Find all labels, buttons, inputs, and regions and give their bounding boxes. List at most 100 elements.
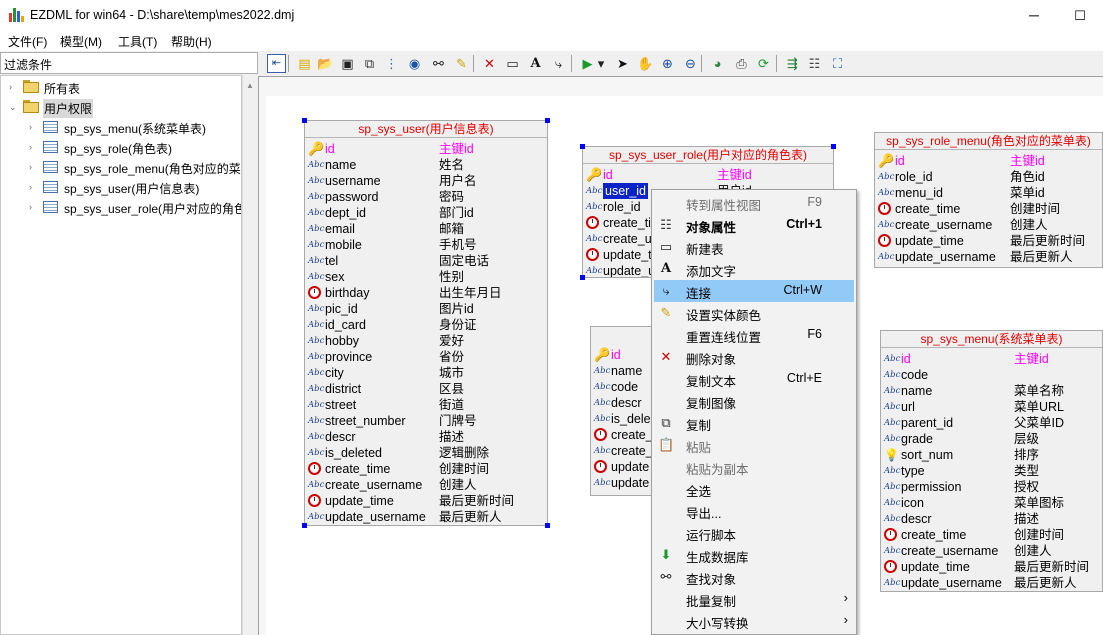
collapsed-icon[interactable]: › <box>9 82 17 92</box>
context-menu-item[interactable]: ☷ 对象属性 Ctrl+1 <box>654 214 854 236</box>
selection-handle[interactable] <box>302 523 307 528</box>
context-menu-item[interactable]: ▭ 新建表 <box>654 236 854 258</box>
context-menu-item[interactable]: ⬇ 生成数据库 <box>654 544 854 566</box>
field-row[interactable]: create_time 创建时间 <box>875 201 1102 217</box>
expanded-icon[interactable]: ⌄ <box>9 102 17 112</box>
open-icon[interactable]: 📂 <box>316 54 335 73</box>
context-menu-item[interactable]: ⧉ 复制 <box>654 412 854 434</box>
field-row[interactable]: update_time 最后更新时间 <box>881 559 1102 575</box>
selection-handle[interactable] <box>580 275 585 280</box>
menu-model[interactable]: 模型(M) <box>60 33 102 50</box>
entity-sp-sys-user[interactable]: sp_sys_user(用户信息表) 🔑 id 主键id Abc name 姓名 Abc use… <box>304 120 548 526</box>
panel-toggle-icon[interactable]: ⇤ <box>267 54 286 73</box>
field-row[interactable]: Abc street 街道 <box>305 397 547 413</box>
field-row[interactable]: Abc is_dele <box>591 411 659 427</box>
field-row[interactable]: Abc city 城市 <box>305 365 547 381</box>
maximize-button[interactable]: ☐ <box>1057 0 1103 31</box>
field-row[interactable]: Abc grade 层级 <box>881 431 1102 447</box>
field-row[interactable]: Abc name <box>591 363 659 379</box>
field-row[interactable]: Abc url 菜单URL <box>881 399 1102 415</box>
entity-sp-sys-role[interactable]: 🔑 id Abc name Abc code Abc descr Abc is_dele creat… <box>590 326 660 496</box>
save-icon[interactable]: ▣ <box>338 54 357 73</box>
field-row[interactable]: Abc code <box>881 367 1102 383</box>
field-row[interactable]: Abc id 主键id <box>881 351 1102 367</box>
tree-icon[interactable]: ⋮ <box>382 54 401 73</box>
highlight-icon[interactable]: ✎ <box>452 54 471 73</box>
field-row[interactable]: Abc descr 描述 <box>305 429 547 445</box>
menu-file[interactable]: 文件(F) <box>8 33 47 50</box>
field-row[interactable]: Abc street_number 门牌号 <box>305 413 547 429</box>
collapsed-icon[interactable]: › <box>29 182 37 192</box>
field-row[interactable]: Abc mobile 手机号 <box>305 237 547 253</box>
context-menu-item[interactable]: 批量复制 › <box>654 588 854 610</box>
context-menu-item[interactable]: ⚯ 查找对象 <box>654 566 854 588</box>
field-row[interactable]: 🔑 id 主键id <box>875 153 1102 169</box>
field-row[interactable]: Abc create_username 创建人 <box>881 543 1102 559</box>
text-icon[interactable]: A <box>526 54 545 73</box>
field-row[interactable]: Abc province 省份 <box>305 349 547 365</box>
field-row[interactable]: Abc update_username 最后更新人 <box>305 509 547 525</box>
new-icon[interactable]: ▤ <box>295 54 314 73</box>
field-row[interactable]: Abc create_username 创建人 <box>875 217 1102 233</box>
field-row[interactable]: 🔑 id <box>591 347 659 363</box>
context-menu-item[interactable]: 转到属性视图 F9 <box>654 192 854 214</box>
refresh-icon[interactable]: ⟳ <box>754 54 773 73</box>
context-menu-item[interactable]: 全选 <box>654 478 854 500</box>
scroll-up-icon[interactable]: ▲ <box>246 81 254 90</box>
field-row[interactable]: create_ <box>591 427 659 443</box>
field-row[interactable]: Abc hobby 爱好 <box>305 333 547 349</box>
run-icon[interactable]: ▶ <box>578 54 597 73</box>
field-row[interactable]: update_time 最后更新时间 <box>305 493 547 509</box>
field-row[interactable]: Abc update_username 最后更新人 <box>875 249 1102 265</box>
selection-handle[interactable] <box>580 144 585 149</box>
field-row[interactable]: Abc menu_id 菜单id <box>875 185 1102 201</box>
field-row[interactable]: create_time 创建时间 <box>881 527 1102 543</box>
field-row[interactable]: Abc username 用户名 <box>305 173 547 189</box>
field-row[interactable]: Abc update <box>591 475 659 491</box>
context-menu-item[interactable]: 运行脚本 <box>654 522 854 544</box>
tree-scrollbar[interactable]: ▲ <box>242 75 258 635</box>
link-icon[interactable]: ⤷ <box>549 54 568 73</box>
field-row[interactable]: Abc create_ <box>591 443 659 459</box>
field-row[interactable]: 🔑 id 主键id <box>583 167 833 183</box>
field-row[interactable]: Abc descr 描述 <box>881 511 1102 527</box>
globe-icon[interactable]: ◉ <box>405 54 424 73</box>
filter-input[interactable]: 过滤条件 <box>0 52 258 74</box>
eye-icon[interactable]: ◕ <box>708 54 727 73</box>
context-menu-item[interactable]: 粘贴为副本 <box>654 456 854 478</box>
field-row[interactable]: Abc email 邮箱 <box>305 221 547 237</box>
context-menu-item[interactable]: ⤷ 连接 Ctrl+W <box>654 280 854 302</box>
field-row[interactable]: Abc dept_id 部门id <box>305 205 547 221</box>
context-menu-item[interactable]: ✎ 设置实体颜色 <box>654 302 854 324</box>
context-menu-item[interactable]: 复制图像 <box>654 390 854 412</box>
field-row[interactable]: 💡 sort_num 排序 <box>881 447 1102 463</box>
menu-help[interactable]: 帮助(H) <box>171 33 212 50</box>
fit-icon[interactable]: ⛶ <box>828 54 847 73</box>
field-row[interactable]: Abc create_username 创建人 <box>305 477 547 493</box>
context-menu-item[interactable]: A 添加文字 <box>654 258 854 280</box>
print-icon[interactable]: ⎙ <box>732 54 751 73</box>
field-row[interactable]: birthday 出生年月日 <box>305 285 547 301</box>
properties-icon[interactable]: ☷ <box>805 54 824 73</box>
field-row[interactable]: Abc code <box>591 379 659 395</box>
selection-handle[interactable] <box>545 523 550 528</box>
copy-model-icon[interactable]: ⧉ <box>360 54 379 73</box>
context-menu-item[interactable]: 重置连线位置 F6 <box>654 324 854 346</box>
collapsed-icon[interactable]: › <box>29 162 37 172</box>
field-row[interactable]: Abc pic_id 图片id <box>305 301 547 317</box>
hand-icon[interactable]: ✋ <box>636 54 655 73</box>
field-row[interactable]: Abc permission 授权 <box>881 479 1102 495</box>
entity-sp-sys-menu[interactable]: sp_sys_menu(系统菜单表) Abc id 主键id Abc code Abc nam… <box>880 330 1103 592</box>
collapsed-icon[interactable]: › <box>29 122 37 132</box>
generate-icon[interactable]: ⇶ <box>783 54 802 73</box>
field-row[interactable]: Abc is_deleted 逻辑删除 <box>305 445 547 461</box>
field-row[interactable]: Abc password 密码 <box>305 189 547 205</box>
zoom-in-icon[interactable]: ⊕ <box>658 54 677 73</box>
field-row[interactable]: Abc type 类型 <box>881 463 1102 479</box>
field-row[interactable]: Abc update_username 最后更新人 <box>881 575 1102 591</box>
context-menu-item[interactable]: 大小写转换 › <box>654 610 854 632</box>
collapsed-icon[interactable]: › <box>29 142 37 152</box>
context-menu-item[interactable]: 复制文本 Ctrl+E <box>654 368 854 390</box>
field-row[interactable]: update <box>591 459 659 475</box>
field-row[interactable]: create_time 创建时间 <box>305 461 547 477</box>
